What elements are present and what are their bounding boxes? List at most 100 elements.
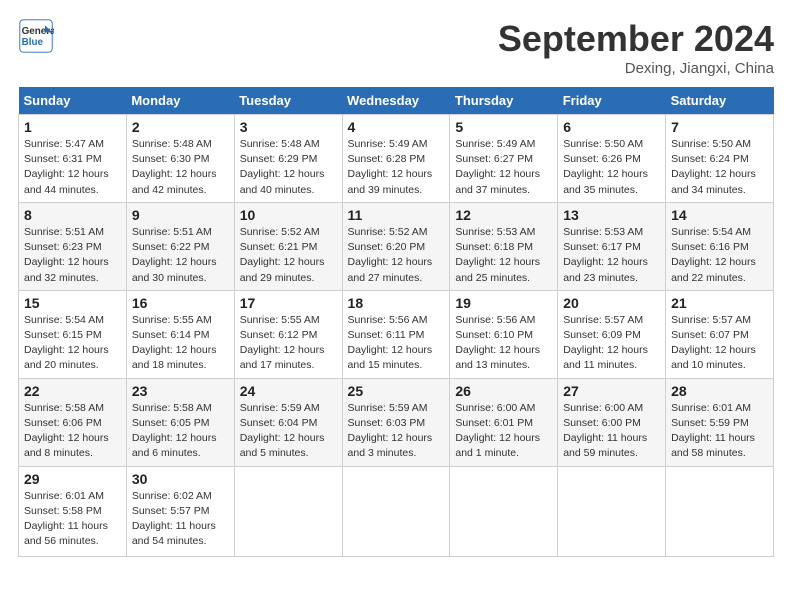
calendar-cell: 14 Sunrise: 5:54 AMSunset: 6:16 PMDayligh… [666, 202, 774, 290]
cell-info: Sunrise: 6:02 AMSunset: 5:57 PMDaylight:… [132, 489, 229, 550]
calendar-cell: 19Sunrise: 5:56 AMSunset: 6:10 PMDayligh… [450, 290, 558, 378]
cell-info: Sunrise: 5:59 AMSunset: 6:04 PMDaylight:… [240, 401, 337, 462]
calendar-cell: 12 Sunrise: 5:53 AMSunset: 6:18 PMDayligh… [450, 202, 558, 290]
calendar-cell [666, 466, 774, 556]
cell-info: Sunrise: 5:58 AMSunset: 6:06 PMDaylight:… [24, 401, 121, 462]
calendar-cell: 27Sunrise: 6:00 AMSunset: 6:00 PMDayligh… [558, 378, 666, 466]
calendar-cell: 10 Sunrise: 5:52 AMSunset: 6:21 PMDayligh… [234, 202, 342, 290]
cell-info: Sunrise: 5:54 AMSunset: 6:15 PMDaylight:… [24, 313, 121, 374]
calendar-cell [342, 466, 450, 556]
day-header-wednesday: Wednesday [342, 87, 450, 115]
cell-day-number: 3 [240, 119, 337, 135]
cell-info: Sunrise: 5:56 AMSunset: 6:11 PMDaylight:… [348, 313, 445, 374]
calendar-cell: 6 Sunrise: 5:50 AMSunset: 6:26 PMDaylight… [558, 115, 666, 203]
cell-day-number: 1 [24, 119, 121, 135]
cell-day-number: 7 [671, 119, 768, 135]
cell-day-number: 29 [24, 471, 121, 487]
location-title: Dexing, Jiangxi, China [498, 60, 774, 77]
cell-info: Sunrise: 5:59 AMSunset: 6:03 PMDaylight:… [348, 401, 445, 462]
calendar-cell: 24 Sunrise: 5:59 AMSunset: 6:04 PMDayligh… [234, 378, 342, 466]
calendar-cell: 9 Sunrise: 5:51 AMSunset: 6:22 PMDaylight… [126, 202, 234, 290]
calendar-header-row: SundayMondayTuesdayWednesdayThursdayFrid… [19, 87, 774, 115]
calendar-cell: 28 Sunrise: 6:01 AMSunset: 5:59 PMDayligh… [666, 378, 774, 466]
calendar-cell: 4 Sunrise: 5:49 AMSunset: 6:28 PMDaylight… [342, 115, 450, 203]
day-header-sunday: Sunday [19, 87, 127, 115]
cell-info: Sunrise: 5:48 AMSunset: 6:30 PMDaylight:… [132, 137, 229, 198]
cell-info: Sunrise: 5:52 AMSunset: 6:20 PMDaylight:… [348, 225, 445, 286]
calendar-cell: 20Sunrise: 5:57 AMSunset: 6:09 PMDayligh… [558, 290, 666, 378]
calendar-cell: 17 Sunrise: 5:55 AMSunset: 6:12 PMDayligh… [234, 290, 342, 378]
calendar-table: SundayMondayTuesdayWednesdayThursdayFrid… [18, 87, 774, 557]
cell-day-number: 10 [240, 207, 337, 223]
cell-info: Sunrise: 5:54 AMSunset: 6:16 PMDaylight:… [671, 225, 768, 286]
cell-day-number: 24 [240, 383, 337, 399]
calendar-cell: 13Sunrise: 5:53 AMSunset: 6:17 PMDayligh… [558, 202, 666, 290]
cell-day-number: 18 [348, 295, 445, 311]
day-header-saturday: Saturday [666, 87, 774, 115]
cell-day-number: 11 [348, 207, 445, 223]
day-header-tuesday: Tuesday [234, 87, 342, 115]
day-header-monday: Monday [126, 87, 234, 115]
cell-day-number: 26 [455, 383, 552, 399]
cell-day-number: 14 [671, 207, 768, 223]
cell-info: Sunrise: 5:47 AMSunset: 6:31 PMDaylight:… [24, 137, 121, 198]
calendar-week-row: 15 Sunrise: 5:54 AMSunset: 6:15 PMDayligh… [19, 290, 774, 378]
cell-day-number: 16 [132, 295, 229, 311]
calendar-cell: 16 Sunrise: 5:55 AMSunset: 6:14 PMDayligh… [126, 290, 234, 378]
cell-info: Sunrise: 5:50 AMSunset: 6:24 PMDaylight:… [671, 137, 768, 198]
cell-info: Sunrise: 5:51 AMSunset: 6:23 PMDaylight:… [24, 225, 121, 286]
cell-info: Sunrise: 5:51 AMSunset: 6:22 PMDaylight:… [132, 225, 229, 286]
cell-info: Sunrise: 5:57 AMSunset: 6:09 PMDaylight:… [563, 313, 660, 374]
cell-info: Sunrise: 5:52 AMSunset: 6:21 PMDaylight:… [240, 225, 337, 286]
cell-info: Sunrise: 5:55 AMSunset: 6:14 PMDaylight:… [132, 313, 229, 374]
calendar-cell: 15 Sunrise: 5:54 AMSunset: 6:15 PMDayligh… [19, 290, 127, 378]
calendar-cell: 1 Sunrise: 5:47 AMSunset: 6:31 PMDaylight… [19, 115, 127, 203]
cell-info: Sunrise: 5:49 AMSunset: 6:28 PMDaylight:… [348, 137, 445, 198]
cell-day-number: 17 [240, 295, 337, 311]
page-header: General Blue September 2024 Dexing, Jian… [18, 18, 774, 77]
cell-info: Sunrise: 6:00 AMSunset: 6:01 PMDaylight:… [455, 401, 552, 462]
cell-day-number: 28 [671, 383, 768, 399]
svg-text:Blue: Blue [22, 37, 44, 48]
calendar-cell: 8 Sunrise: 5:51 AMSunset: 6:23 PMDaylight… [19, 202, 127, 290]
calendar-cell [558, 466, 666, 556]
cell-info: Sunrise: 5:53 AMSunset: 6:17 PMDaylight:… [563, 225, 660, 286]
calendar-cell: 3 Sunrise: 5:48 AMSunset: 6:29 PMDaylight… [234, 115, 342, 203]
calendar-cell: 11 Sunrise: 5:52 AMSunset: 6:20 PMDayligh… [342, 202, 450, 290]
calendar-cell: 18 Sunrise: 5:56 AMSunset: 6:11 PMDayligh… [342, 290, 450, 378]
cell-info: Sunrise: 5:58 AMSunset: 6:05 PMDaylight:… [132, 401, 229, 462]
cell-info: Sunrise: 5:53 AMSunset: 6:18 PMDaylight:… [455, 225, 552, 286]
calendar-cell: 5Sunrise: 5:49 AMSunset: 6:27 PMDaylight… [450, 115, 558, 203]
calendar-week-row: 8 Sunrise: 5:51 AMSunset: 6:23 PMDaylight… [19, 202, 774, 290]
calendar-cell [234, 466, 342, 556]
calendar-cell: 29 Sunrise: 6:01 AMSunset: 5:58 PMDayligh… [19, 466, 127, 556]
day-header-thursday: Thursday [450, 87, 558, 115]
cell-info: Sunrise: 5:48 AMSunset: 6:29 PMDaylight:… [240, 137, 337, 198]
calendar-week-row: 1 Sunrise: 5:47 AMSunset: 6:31 PMDaylight… [19, 115, 774, 203]
cell-info: Sunrise: 5:56 AMSunset: 6:10 PMDaylight:… [455, 313, 552, 374]
calendar-cell: 26 Sunrise: 6:00 AMSunset: 6:01 PMDayligh… [450, 378, 558, 466]
cell-info: Sunrise: 5:55 AMSunset: 6:12 PMDaylight:… [240, 313, 337, 374]
cell-info: Sunrise: 6:00 AMSunset: 6:00 PMDaylight:… [563, 401, 660, 462]
cell-day-number: 12 [455, 207, 552, 223]
cell-day-number: 22 [24, 383, 121, 399]
calendar-week-row: 22 Sunrise: 5:58 AMSunset: 6:06 PMDayligh… [19, 378, 774, 466]
cell-day-number: 25 [348, 383, 445, 399]
cell-day-number: 21 [671, 295, 768, 311]
cell-day-number: 15 [24, 295, 121, 311]
cell-info: Sunrise: 5:50 AMSunset: 6:26 PMDaylight:… [563, 137, 660, 198]
calendar-cell: 7 Sunrise: 5:50 AMSunset: 6:24 PMDaylight… [666, 115, 774, 203]
cell-day-number: 9 [132, 207, 229, 223]
cell-day-number: 23 [132, 383, 229, 399]
day-header-friday: Friday [558, 87, 666, 115]
cell-day-number: 30 [132, 471, 229, 487]
cell-info: Sunrise: 6:01 AMSunset: 5:59 PMDaylight:… [671, 401, 768, 462]
calendar-cell: 22 Sunrise: 5:58 AMSunset: 6:06 PMDayligh… [19, 378, 127, 466]
title-area: September 2024 Dexing, Jiangxi, China [498, 18, 774, 77]
cell-day-number: 2 [132, 119, 229, 135]
cell-day-number: 6 [563, 119, 660, 135]
cell-day-number: 8 [24, 207, 121, 223]
cell-day-number: 4 [348, 119, 445, 135]
cell-info: Sunrise: 5:57 AMSunset: 6:07 PMDaylight:… [671, 313, 768, 374]
cell-info: Sunrise: 6:01 AMSunset: 5:58 PMDaylight:… [24, 489, 121, 550]
